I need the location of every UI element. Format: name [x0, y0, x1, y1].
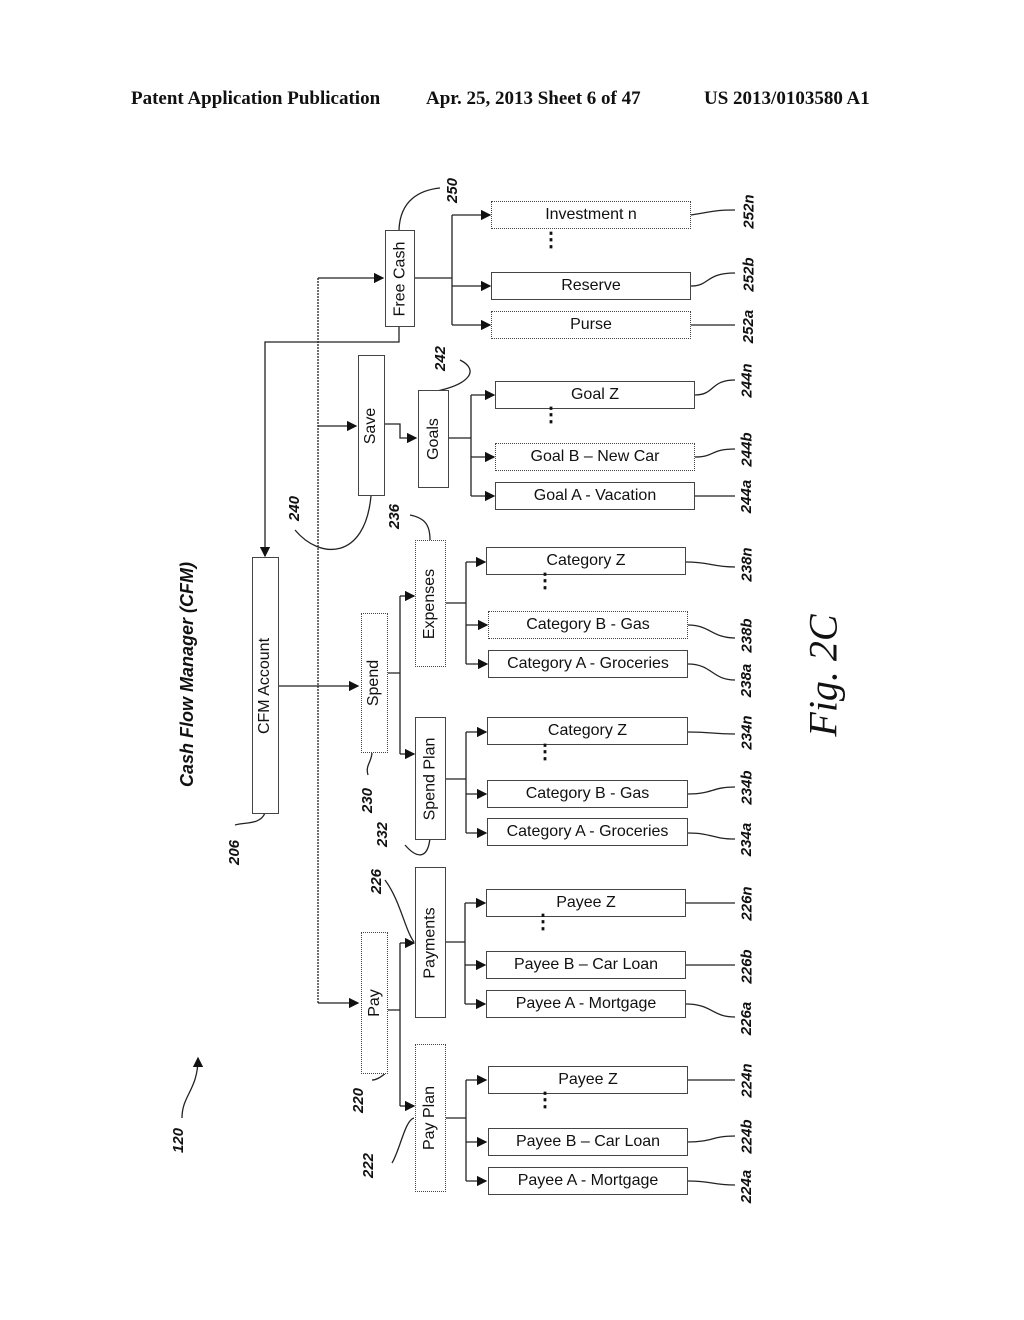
- free-cash-item: Reserve: [491, 272, 691, 300]
- ref-item: 226b: [738, 949, 756, 984]
- ref-item: 244b: [738, 432, 756, 467]
- expenses-node: Expenses: [415, 540, 446, 667]
- ref-item: 234b: [738, 770, 756, 805]
- item-label: Payee A - Mortgage: [515, 995, 657, 1012]
- goal-item: Goal B – New Car: [495, 443, 695, 471]
- item-label: Payee B – Car Loan: [515, 1133, 661, 1150]
- free-cash-label: Free Cash: [391, 241, 409, 316]
- ref-item: 252n: [740, 194, 758, 229]
- goals-node: Goals: [418, 390, 449, 488]
- payments-node: Payments: [415, 867, 446, 1018]
- pay-plan-item: Payee B – Car Loan: [488, 1128, 688, 1156]
- ellipsis-icon: ⋮: [535, 570, 555, 592]
- cfm-account-label: CFM Account: [256, 637, 274, 734]
- goal-item: Goal Z: [495, 381, 695, 409]
- spend-label: Spend: [365, 659, 383, 707]
- item-label: Goal B – New Car: [530, 448, 660, 465]
- ref-item: 224b: [738, 1119, 756, 1154]
- free-cash-item: Investment n: [491, 201, 691, 229]
- save-label: Save: [362, 407, 380, 444]
- item-label: Payee Z: [558, 1071, 618, 1088]
- figure-label: Fig. 2C: [800, 614, 846, 737]
- free-cash-item: Purse: [491, 311, 691, 339]
- item-label: Reserve: [561, 277, 621, 294]
- ref-save: 240: [286, 495, 304, 522]
- ref-item: 238n: [738, 547, 756, 582]
- ref-item: 226n: [738, 886, 756, 921]
- ref-item: 244n: [738, 363, 756, 398]
- spend-plan-item: Category Z: [487, 717, 688, 745]
- ellipsis-icon: ⋮: [541, 229, 561, 251]
- ref-item: 252a: [740, 309, 758, 344]
- item-label: Payee A - Mortgage: [517, 1172, 659, 1189]
- payment-item: Payee A - Mortgage: [486, 990, 686, 1018]
- ref-item: 238b: [738, 618, 756, 653]
- ellipsis-icon: ⋮: [541, 404, 561, 426]
- pay-plan-item: Payee Z: [488, 1066, 688, 1094]
- expense-item: Category A - Groceries: [488, 650, 688, 678]
- pay-plan-node: Pay Plan: [415, 1044, 446, 1192]
- item-label: Category A - Groceries: [506, 823, 669, 840]
- ref-item: 226a: [738, 1001, 756, 1036]
- ref-item: 238a: [738, 663, 756, 698]
- diagram-title: Cash Flow Manager (CFM): [177, 561, 198, 788]
- item-label: Payee Z: [556, 894, 616, 911]
- pay-plan-item: Payee A - Mortgage: [488, 1167, 688, 1195]
- expense-item: Category Z: [486, 547, 686, 575]
- ref-item: 234a: [738, 822, 756, 857]
- item-label: Category B - Gas: [525, 785, 650, 802]
- ref-spend-plan: 232: [374, 821, 392, 848]
- spend-plan-item: Category A - Groceries: [487, 818, 688, 846]
- item-label: Investment n: [545, 206, 637, 223]
- item-label: Payee B – Car Loan: [513, 956, 659, 973]
- ref-item: 244a: [738, 479, 756, 514]
- expense-item: Category B - Gas: [488, 611, 688, 639]
- free-cash-node: Free Cash: [385, 230, 415, 327]
- item-label: Goal Z: [570, 386, 619, 403]
- ref-free-cash: 250: [444, 177, 462, 204]
- ref-cfm-account: 206: [226, 839, 244, 866]
- pay-plan-label: Pay Plan: [421, 1085, 439, 1151]
- item-label: Goal A - Vacation: [533, 487, 657, 504]
- payments-label: Payments: [421, 906, 439, 979]
- goals-label: Goals: [424, 418, 442, 460]
- ref-expenses: 236: [386, 503, 404, 530]
- ref-payments: 226: [368, 868, 386, 895]
- item-label: Purse: [570, 316, 612, 333]
- item-label: Category Z: [546, 552, 626, 569]
- ref-spend: 230: [359, 787, 377, 814]
- spend-plan-label: Spend Plan: [421, 737, 439, 820]
- ellipsis-icon: ⋮: [533, 911, 553, 933]
- ellipsis-icon: ⋮: [535, 1089, 555, 1111]
- ref-item: 252b: [740, 257, 758, 292]
- ref-item: 234n: [738, 715, 756, 750]
- item-label: Category A - Groceries: [507, 655, 669, 672]
- spend-plan-item: Category B - Gas: [487, 780, 688, 808]
- pay-label: Pay: [365, 989, 383, 1017]
- spend-plan-node: Spend Plan: [415, 717, 446, 840]
- payment-item: Payee B – Car Loan: [486, 951, 686, 979]
- item-label: Category B - Gas: [526, 616, 650, 633]
- ref-pay: 220: [350, 1087, 368, 1114]
- ref-pay-plan: 222: [360, 1152, 378, 1179]
- goal-item: Goal A - Vacation: [495, 482, 695, 510]
- cfm-account-node: CFM Account: [252, 557, 279, 814]
- ref-goals: 242: [432, 345, 450, 372]
- ref-item: 224a: [738, 1169, 756, 1204]
- ellipsis-icon: ⋮: [535, 741, 555, 763]
- save-node: Save: [358, 355, 385, 496]
- ref-system: 120: [170, 1127, 188, 1154]
- spend-node: Spend: [361, 613, 388, 753]
- expenses-label: Expenses: [421, 568, 439, 639]
- item-label: Category Z: [547, 722, 628, 739]
- ref-item: 224n: [738, 1063, 756, 1098]
- pay-node: Pay: [361, 932, 388, 1074]
- payment-item: Payee Z: [486, 889, 686, 917]
